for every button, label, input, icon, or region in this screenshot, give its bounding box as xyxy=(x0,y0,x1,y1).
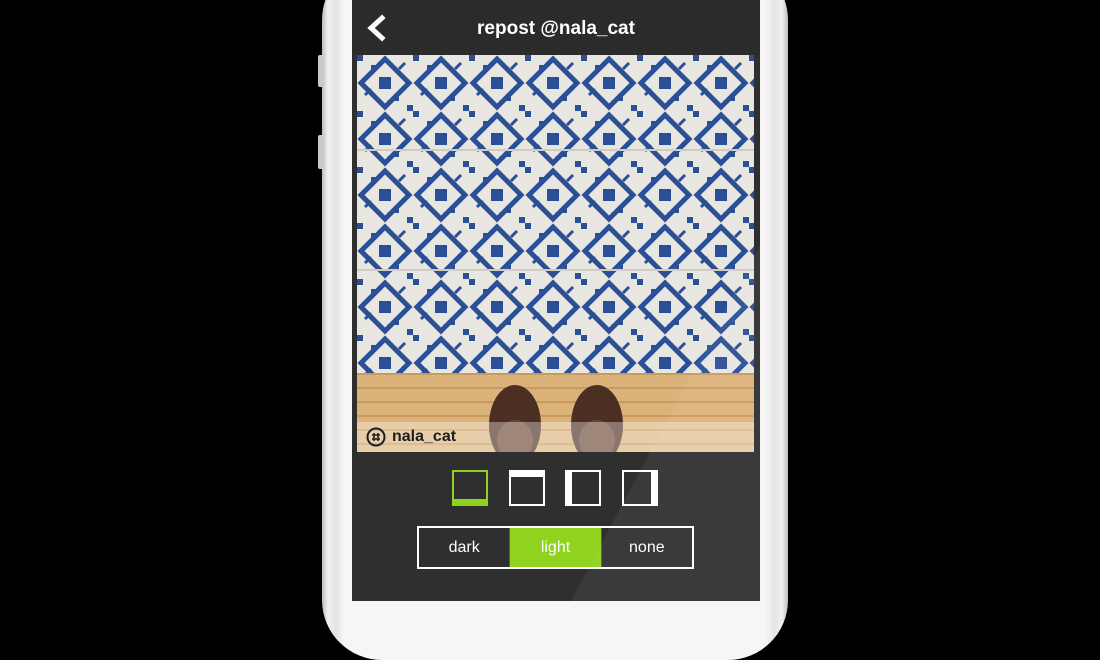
border-option-right[interactable] xyxy=(622,470,658,506)
photo-watermark: nala_cat xyxy=(357,422,456,452)
volume-up-button xyxy=(318,55,324,87)
theme-light-button[interactable]: light xyxy=(509,528,601,567)
page-title: repost @nala_cat xyxy=(477,18,635,39)
theme-dark-button[interactable]: dark xyxy=(419,528,509,567)
border-option-top[interactable] xyxy=(509,470,545,506)
border-right-icon xyxy=(622,470,658,506)
photo-image xyxy=(357,55,754,452)
border-option-bottom[interactable] xyxy=(452,470,488,506)
border-top-icon xyxy=(509,470,545,506)
theme-selector: dark light none xyxy=(417,526,694,569)
border-left-icon xyxy=(565,470,601,506)
theme-none-button[interactable]: none xyxy=(600,528,692,567)
app-screen: repost @nala_cat nala_cat dark light non… xyxy=(352,0,760,601)
border-bottom-icon xyxy=(452,470,488,506)
border-style-options xyxy=(452,470,662,506)
repost-logo-icon xyxy=(366,427,386,447)
border-option-left[interactable] xyxy=(565,470,601,506)
header-bar: repost @nala_cat xyxy=(352,0,760,55)
watermark-username: nala_cat xyxy=(392,428,457,445)
volume-down-button xyxy=(318,135,324,169)
repost-photo xyxy=(357,55,754,452)
